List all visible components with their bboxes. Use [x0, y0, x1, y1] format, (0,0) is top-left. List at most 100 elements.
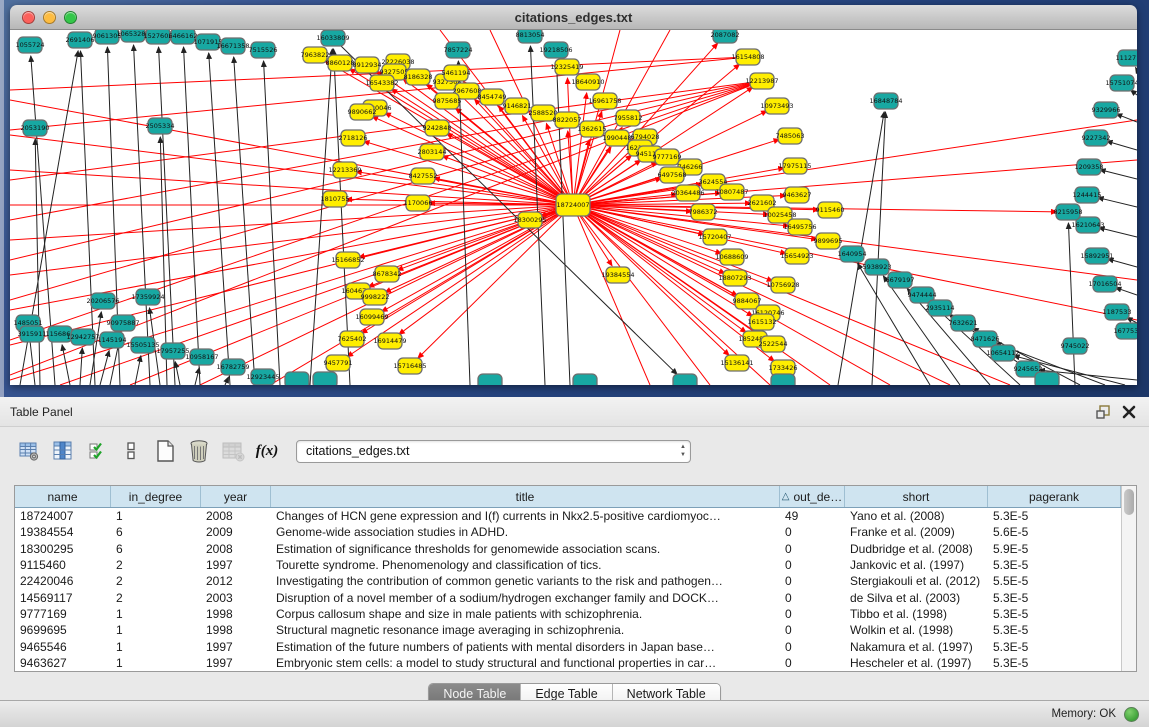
graph-node[interactable]: 17359924	[131, 289, 164, 305]
graph-node[interactable]: 15716485	[393, 358, 426, 374]
graph-node[interactable]: 2718126	[339, 130, 368, 146]
graph-node[interactable]: 9899695	[814, 233, 843, 249]
table-select-dropdown[interactable]: citations_edges.txt ▲▼	[296, 440, 691, 463]
graph-node[interactable]: 15166852	[331, 252, 364, 268]
new-document-icon[interactable]	[150, 436, 180, 466]
graph-node[interactable]: 7955812	[614, 110, 643, 126]
graph-node[interactable]: 18640910	[571, 74, 604, 90]
graph-node[interactable]: 1615132	[748, 314, 777, 330]
graph-node[interactable]: 17975115	[778, 158, 811, 174]
scrollbar-thumb[interactable]	[1124, 489, 1134, 515]
graph-node[interactable]: 9115460	[816, 202, 845, 218]
float-panel-icon[interactable]	[1093, 402, 1113, 422]
graph-node[interactable]: 9146821	[503, 98, 532, 114]
column-header-title[interactable]: title	[271, 486, 780, 507]
graph-node[interactable]: 1209358	[1075, 159, 1104, 175]
graph-node[interactable]: 12942757	[66, 329, 99, 345]
graph-node[interactable]: 2691406	[66, 32, 95, 48]
table-row[interactable]: 946554611997Estimation of the future num…	[15, 638, 1121, 654]
graph-node[interactable]	[285, 372, 309, 385]
graph-node[interactable]: 2053190	[21, 120, 50, 136]
graph-node[interactable]: 15751074	[1105, 75, 1137, 91]
graph-node[interactable]: 16543382	[365, 75, 398, 91]
graph-node[interactable]: 12213369	[328, 162, 361, 178]
table-settings-icon[interactable]	[14, 436, 44, 466]
graph-node[interactable]: 9329966	[1092, 102, 1121, 118]
graph-node[interactable]: 16099469	[355, 309, 388, 325]
graph-node[interactable]: 17016504	[1088, 276, 1121, 292]
graph-node[interactable]: 1810755	[321, 191, 350, 207]
graph-node[interactable]: 7986372	[689, 204, 718, 220]
table-row[interactable]: 1872400712008Changes of HCN gene express…	[15, 508, 1121, 524]
graph-node[interactable]: 8678342	[373, 266, 402, 282]
table-row[interactable]: 1938455462009Genome-wide association stu…	[15, 524, 1121, 540]
select-columns-icon[interactable]	[82, 436, 112, 466]
graph-node[interactable]: 2803144	[418, 144, 447, 160]
graph-node[interactable]: 19384554	[601, 267, 634, 283]
graph-node[interactable]	[313, 372, 337, 385]
node-layer[interactable]: 1872400779638228860128891293422226038932…	[14, 30, 1137, 385]
graph-node[interactable]: 2522544	[759, 336, 788, 352]
graph-node[interactable]: 16961758	[588, 93, 621, 109]
graph-node[interactable]: 7485063	[776, 128, 805, 144]
graph-node[interactable]: 15892951	[1080, 248, 1113, 264]
network-graph[interactable]: 1872400779638228860128891293422226038932…	[10, 30, 1137, 385]
graph-node[interactable]: 1145194	[98, 332, 127, 348]
trash-icon[interactable]	[184, 436, 214, 466]
graph-node[interactable]: 9457791	[324, 355, 353, 371]
graph-node[interactable]: 8813054	[516, 30, 545, 43]
graph-node[interactable]: 1677533	[1114, 323, 1137, 339]
network-canvas[interactable]: 1872400779638228860128891293422226038932…	[10, 30, 1137, 385]
close-panel-icon[interactable]	[1119, 402, 1139, 422]
graph-node[interactable]: 15720407	[698, 229, 731, 245]
graph-node[interactable]: 18300295	[513, 212, 546, 228]
graph-node[interactable]: 9242848	[423, 120, 452, 136]
column-visibility-icon[interactable]	[48, 436, 78, 466]
graph-node[interactable]: 7625402	[338, 331, 367, 347]
column-header-pagerank[interactable]: pagerank	[988, 486, 1121, 507]
graph-node[interactable]: 12325419	[550, 59, 583, 75]
graph-node[interactable]: 6679197	[886, 272, 915, 288]
table-row[interactable]: 2242004622012Investigating the contribut…	[15, 573, 1121, 589]
graph-node[interactable]: 8427552	[409, 168, 438, 184]
graph-node[interactable]: 18724007	[556, 194, 590, 216]
graph-node[interactable]: 12923445	[246, 369, 279, 385]
graph-node[interactable]: 18807293	[718, 270, 751, 286]
graph-node[interactable]: 15654923	[780, 248, 813, 264]
graph-node[interactable]: 15136141	[720, 355, 753, 371]
graph-node[interactable]: 8186328	[404, 69, 433, 85]
column-header-out_de[interactable]: △out_de…	[780, 486, 845, 507]
table-row[interactable]: 1456911722003Disruption of a novel membe…	[15, 589, 1121, 605]
graph-node[interactable]: 9463627	[783, 187, 812, 203]
graph-node[interactable]: 16495756	[783, 219, 816, 235]
graph-node[interactable]: 15505135	[126, 337, 159, 353]
merge-columns-icon[interactable]	[116, 436, 146, 466]
graph-node[interactable]: 3915911	[18, 326, 47, 342]
graph-node[interactable]: 9745022	[1061, 338, 1090, 354]
graph-node[interactable]: 1640954	[838, 246, 867, 262]
graph-node[interactable]	[478, 374, 502, 385]
column-header-name[interactable]: name	[15, 486, 111, 507]
graph-node[interactable]: 2087082	[711, 30, 740, 43]
table-row[interactable]: 946362711997Embryonic stem cells: a mode…	[15, 655, 1121, 671]
graph-node[interactable]: 9998222	[361, 289, 390, 305]
column-header-short[interactable]: short	[845, 486, 988, 507]
graph-node[interactable]: 1244415	[1073, 187, 1102, 203]
graph-node[interactable]: 7515526	[249, 42, 278, 58]
table-vertical-scrollbar[interactable]	[1121, 486, 1136, 671]
graph-node[interactable]: 16848784	[869, 93, 902, 109]
table-row[interactable]: 1830029562008Estimation of significance …	[15, 541, 1121, 557]
graph-node[interactable]: 1055724	[16, 37, 45, 53]
table-row[interactable]: 969969511998Structural magnetic resonanc…	[15, 622, 1121, 638]
graph-node[interactable]: 8215958	[1054, 204, 1083, 220]
graph-node[interactable]: 20364486	[671, 185, 704, 201]
graph-node[interactable]: 5461194	[442, 65, 471, 81]
graph-node[interactable]	[673, 374, 697, 385]
graph-node[interactable]: 16033809	[316, 30, 349, 46]
graph-node[interactable]: 8912934	[353, 57, 382, 73]
graph-node[interactable]	[1035, 372, 1059, 385]
graph-node[interactable]: 19218506	[539, 42, 572, 58]
column-header-year[interactable]: year	[201, 486, 271, 507]
graph-node[interactable]: 16914479	[373, 333, 406, 349]
graph-node[interactable]: 9890662	[348, 104, 377, 120]
